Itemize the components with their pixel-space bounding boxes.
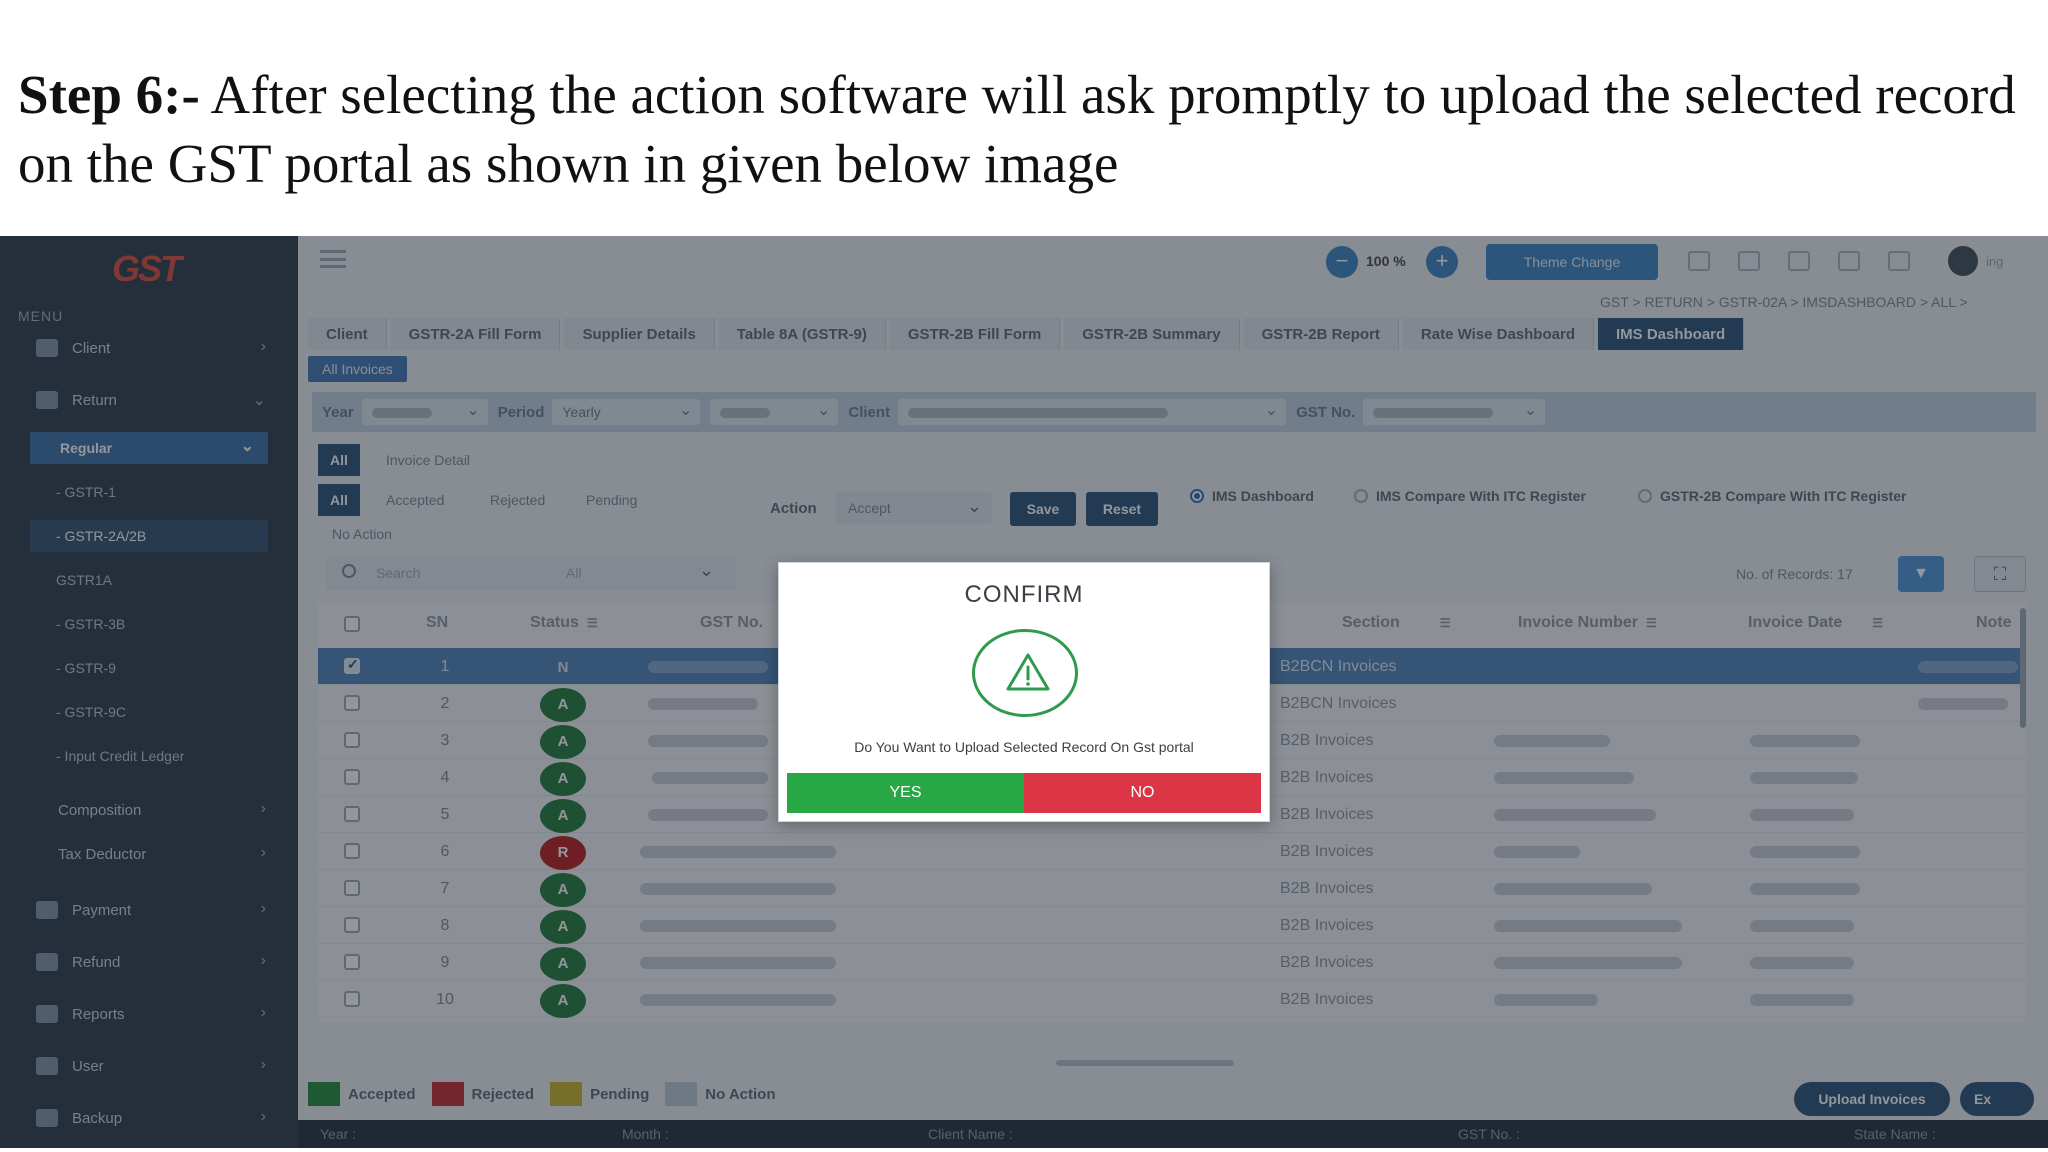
no-button[interactable]: NO bbox=[1024, 773, 1261, 813]
warning-icon bbox=[972, 629, 1078, 717]
step-text: After selecting the action software will… bbox=[18, 64, 2016, 194]
dialog-title: CONFIRM bbox=[964, 581, 1084, 608]
dialog-message: Do You Want to Upload Selected Record On… bbox=[854, 739, 1194, 755]
step-caption: Step 6:- After selecting the action soft… bbox=[18, 60, 2028, 198]
step-number: Step 6:- bbox=[18, 64, 200, 125]
confirm-dialog: CONFIRM Do You Want to Upload Selected R… bbox=[778, 562, 1270, 822]
yes-button[interactable]: YES bbox=[787, 773, 1024, 813]
